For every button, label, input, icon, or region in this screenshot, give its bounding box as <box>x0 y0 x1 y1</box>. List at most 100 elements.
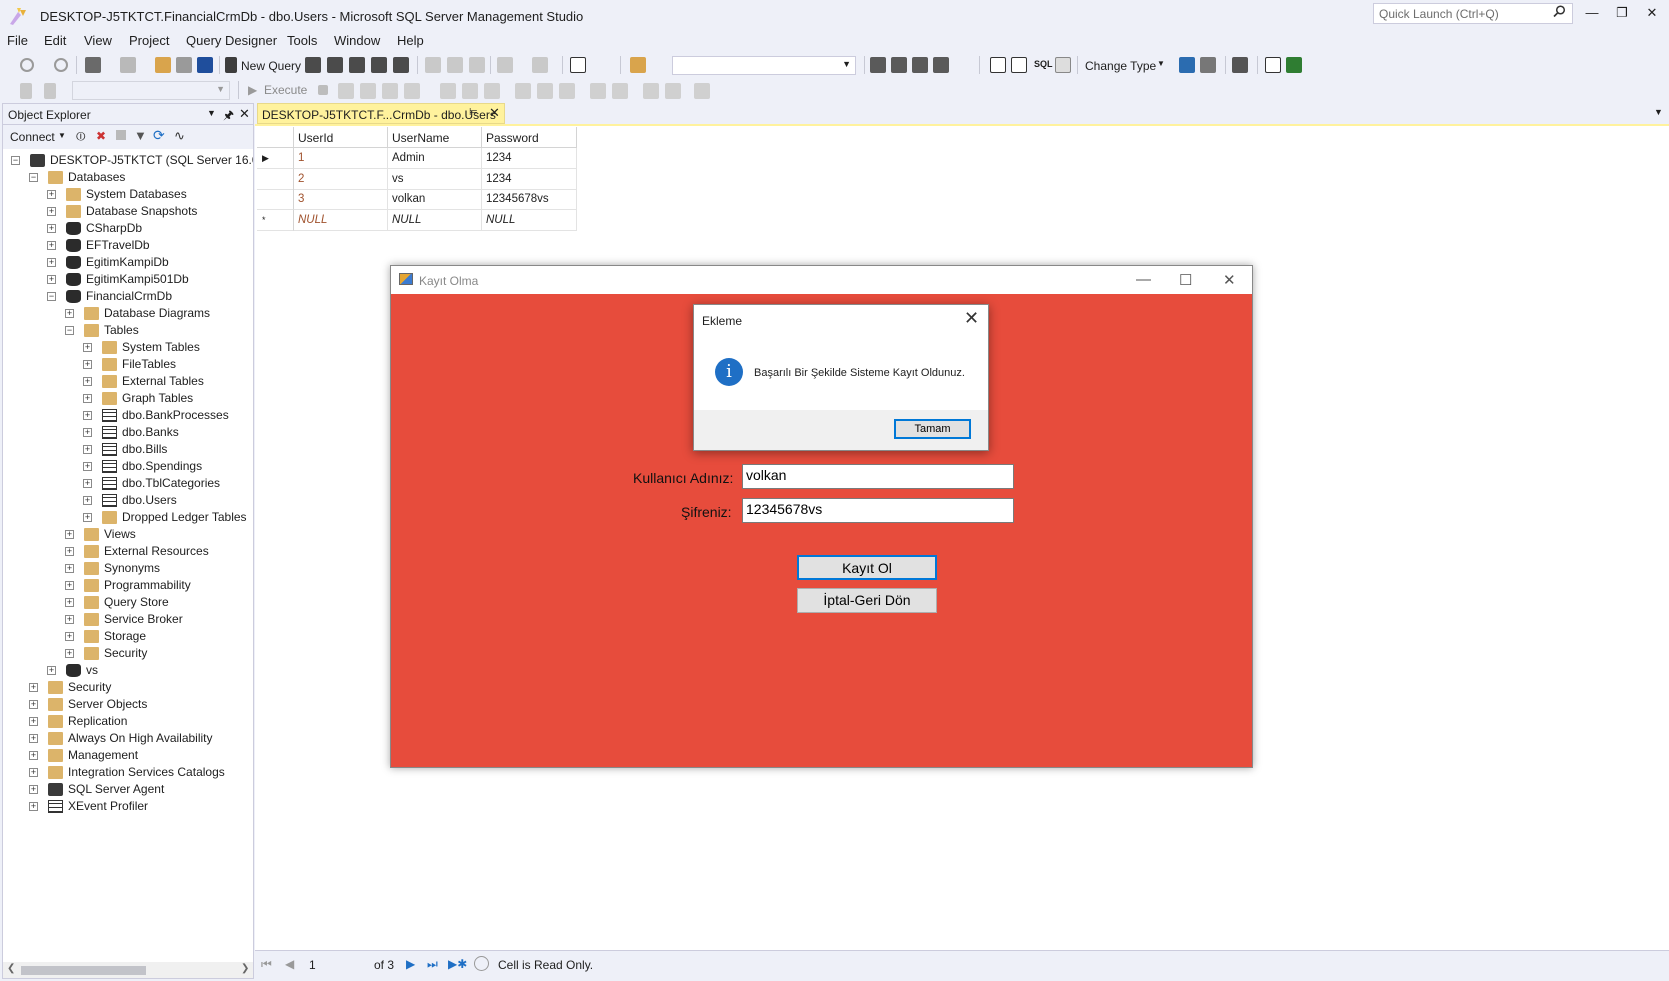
dax-query-icon[interactable] <box>393 57 409 73</box>
menu-help[interactable]: Help <box>397 33 424 48</box>
tree-node[interactable]: + dbo.Bills <box>83 440 167 458</box>
row-header[interactable] <box>257 189 294 210</box>
back-icon[interactable] <box>20 58 34 72</box>
decrease-indent-icon[interactable] <box>643 83 659 99</box>
expand-icon[interactable]: + <box>83 461 92 471</box>
tree-node[interactable]: + Database Diagrams <box>65 304 210 322</box>
grid-cell[interactable]: vs <box>388 168 482 190</box>
stop-icon[interactable] <box>318 85 328 95</box>
display-plan-icon[interactable] <box>360 83 376 99</box>
show-diagram-pane-icon[interactable] <box>990 57 1006 73</box>
client-stats-icon[interactable] <box>484 83 500 99</box>
expand-icon[interactable]: + <box>65 631 74 641</box>
form-minimize-button[interactable]: — <box>1136 271 1151 288</box>
tree-node[interactable]: + Always On High Availability <box>29 729 213 747</box>
query-options-icon[interactable] <box>382 83 398 99</box>
expand-icon[interactable]: + <box>65 614 74 624</box>
mdx-query-icon[interactable] <box>327 57 343 73</box>
expand-icon[interactable]: + <box>83 495 92 505</box>
close-tab-icon[interactable]: ✕ <box>489 105 500 121</box>
pin-icon[interactable]: 🖈 <box>223 106 234 127</box>
tree-node[interactable]: − Databases <box>29 168 125 186</box>
tree-node[interactable]: + Graph Tables <box>83 389 193 407</box>
grid-cell[interactable]: 1 <box>294 148 388 169</box>
expand-icon[interactable]: + <box>29 750 38 760</box>
restore-button[interactable]: ❐ <box>1607 5 1637 25</box>
tree-node[interactable]: + External Tables <box>83 372 204 390</box>
parse-icon[interactable] <box>338 83 354 99</box>
tree-node[interactable]: + System Tables <box>83 338 200 356</box>
registered-servers-icon[interactable] <box>870 57 886 73</box>
cancel-query-icon[interactable] <box>474 956 489 971</box>
tree-node[interactable]: + Security <box>29 678 111 696</box>
find-combo[interactable]: ▼ <box>672 56 856 75</box>
intellisense-icon[interactable] <box>404 83 420 99</box>
filter-icon[interactable]: ▼ <box>134 128 147 143</box>
password-input[interactable]: 12345678vs <box>742 498 1014 523</box>
stop-icon[interactable] <box>116 130 126 140</box>
register-button[interactable]: Kayıt Ol <box>797 555 937 580</box>
add-item-icon[interactable] <box>120 57 136 73</box>
tree-node[interactable]: + FileTables <box>83 355 176 373</box>
activity-monitor-icon[interactable]: ∿ <box>174 128 185 144</box>
tree-node[interactable]: + dbo.Banks <box>83 423 179 441</box>
expand-icon[interactable]: + <box>65 597 74 607</box>
tree-node[interactable]: + Integration Services Catalogs <box>29 763 225 781</box>
tree-node[interactable]: + Storage <box>65 627 146 645</box>
grid-cell[interactable]: 1234 <box>482 148 577 169</box>
expand-icon[interactable]: + <box>83 393 92 403</box>
expand-icon[interactable]: + <box>29 699 38 709</box>
open-file-icon[interactable] <box>155 57 171 73</box>
plug-icon[interactable]: ⏼ <box>76 129 86 144</box>
increase-indent-icon[interactable] <box>665 83 681 99</box>
tree-node[interactable]: + Synonyms <box>65 559 160 577</box>
tree-node[interactable]: − Tables <box>65 321 139 339</box>
new-record-icon[interactable]: ▶✱ <box>448 957 467 971</box>
expand-icon[interactable]: + <box>65 563 74 573</box>
save-icon[interactable] <box>176 57 192 73</box>
specify-values-icon[interactable] <box>694 83 710 99</box>
expand-icon[interactable]: + <box>47 257 56 267</box>
refresh-icon[interactable]: ⟳ <box>153 127 165 144</box>
expand-icon[interactable]: + <box>47 240 56 250</box>
expand-icon[interactable]: + <box>83 410 92 420</box>
xmla-query-icon[interactable] <box>371 57 387 73</box>
toolbox-icon[interactable] <box>912 57 928 73</box>
grid-cell[interactable]: 3 <box>294 189 388 210</box>
new-query-icon[interactable] <box>225 57 237 73</box>
column-header-username[interactable]: UserName <box>388 127 482 148</box>
current-record-field[interactable]: 1 <box>309 958 316 972</box>
form-maximize-button[interactable]: ☐ <box>1179 271 1192 289</box>
expand-icon[interactable]: + <box>65 580 74 590</box>
tree-node[interactable]: + System Databases <box>47 185 187 203</box>
tree-node[interactable]: + Query Store <box>65 593 169 611</box>
change-connection-icon[interactable] <box>44 83 56 99</box>
verify-sql-icon[interactable] <box>1200 57 1216 73</box>
tree-node[interactable]: + Dropped Ledger Tables <box>83 508 247 526</box>
tree-node[interactable]: + Replication <box>29 712 127 730</box>
panel-menu-icon[interactable]: ▼ <box>207 108 216 118</box>
tree-node[interactable]: + dbo.BankProcesses <box>83 406 229 424</box>
expand-icon[interactable]: + <box>29 767 38 777</box>
row-header[interactable] <box>257 168 294 190</box>
expand-icon[interactable]: + <box>65 648 74 658</box>
results-to-file-icon[interactable] <box>559 83 575 99</box>
expand-icon[interactable]: + <box>29 784 38 794</box>
expand-icon[interactable]: + <box>29 682 38 692</box>
dmx-query-icon[interactable] <box>349 57 365 73</box>
scroll-right-icon[interactable]: ❯ <box>241 963 249 974</box>
scrollbar-thumb[interactable] <box>21 966 146 975</box>
expand-icon[interactable]: + <box>83 342 92 352</box>
grid-cell[interactable]: NULL <box>482 209 577 231</box>
collapse-icon[interactable]: − <box>29 172 38 182</box>
uncomment-icon[interactable] <box>612 83 628 99</box>
save-all-icon[interactable] <box>197 57 213 73</box>
copy-icon[interactable] <box>447 57 463 73</box>
quick-launch-input[interactable]: Quick Launch (Ctrl+Q) <box>1373 3 1573 24</box>
disconnect-icon[interactable]: ✖ <box>96 129 106 143</box>
include-plan-icon[interactable] <box>440 83 456 99</box>
expand-icon[interactable]: + <box>83 359 92 369</box>
grid-cell[interactable]: 12345678vs <box>482 189 577 210</box>
tree-node[interactable]: + Service Broker <box>65 610 183 628</box>
grid-cell[interactable]: 2 <box>294 168 388 190</box>
